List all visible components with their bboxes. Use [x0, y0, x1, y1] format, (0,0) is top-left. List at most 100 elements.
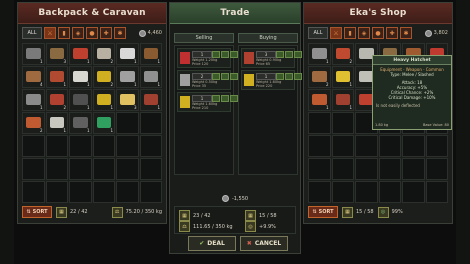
inventory-slot[interactable]: 3	[45, 43, 68, 65]
inventory-slot[interactable]	[22, 135, 45, 157]
inventory-slot[interactable]: 1	[139, 66, 162, 88]
increase-button[interactable]	[285, 73, 293, 80]
max-button[interactable]	[294, 51, 302, 58]
inventory-slot[interactable]	[116, 158, 139, 180]
inventory-slot[interactable]	[139, 112, 162, 134]
filter-all-button[interactable]: ALL	[22, 27, 42, 39]
inventory-slot[interactable]	[355, 181, 378, 203]
inventory-slot[interactable]	[378, 181, 401, 203]
decrease-button[interactable]	[276, 51, 284, 58]
inventory-slot[interactable]: 2	[92, 43, 115, 65]
inventory-slot[interactable]	[378, 158, 401, 180]
inventory-slot[interactable]	[69, 135, 92, 157]
inventory-slot[interactable]: 1	[69, 112, 92, 134]
inventory-slot[interactable]: 1	[139, 89, 162, 111]
filter-ammo-icon[interactable]: ▮	[344, 27, 356, 39]
inventory-slot[interactable]: 1	[331, 89, 354, 111]
inventory-slot[interactable]	[378, 135, 401, 157]
inventory-slot[interactable]: 1	[308, 43, 331, 65]
filter-all-button[interactable]: ALL	[308, 27, 328, 39]
trade-row[interactable]: 1 Weight 1.20kg Price 120	[177, 48, 238, 68]
filter-misc-icon[interactable]: ✱	[114, 27, 126, 39]
inventory-slot[interactable]	[308, 158, 331, 180]
filter-medicine-icon[interactable]: ✚	[100, 27, 112, 39]
increase-button[interactable]	[221, 95, 229, 102]
inventory-slot[interactable]	[139, 181, 162, 203]
inventory-slot[interactable]	[425, 181, 448, 203]
trade-quantity-field[interactable]: 1	[192, 51, 212, 58]
decrease-button[interactable]	[212, 73, 220, 80]
increase-button[interactable]	[221, 73, 229, 80]
inventory-slot[interactable]	[116, 181, 139, 203]
inventory-slot[interactable]: 1	[139, 43, 162, 65]
inventory-slot[interactable]	[22, 158, 45, 180]
inventory-slot[interactable]: 2	[22, 112, 45, 134]
inventory-slot[interactable]	[45, 135, 68, 157]
inventory-slot[interactable]: 2	[92, 66, 115, 88]
increase-button[interactable]	[285, 51, 293, 58]
inventory-slot[interactable]	[139, 158, 162, 180]
inventory-slot[interactable]: 1	[331, 66, 354, 88]
inventory-slot[interactable]: 1	[22, 89, 45, 111]
inventory-slot[interactable]: 1	[22, 43, 45, 65]
filter-weapons-icon[interactable]: ⚔	[330, 27, 342, 39]
inventory-slot[interactable]: 1	[116, 43, 139, 65]
inventory-slot[interactable]: 1	[69, 43, 92, 65]
trade-row[interactable]: 1 Weight 1.60kg Price 220	[241, 70, 302, 90]
inventory-slot[interactable]	[402, 181, 425, 203]
trade-quantity-field[interactable]: 2	[192, 73, 212, 80]
inventory-slot[interactable]	[331, 158, 354, 180]
inventory-slot[interactable]	[355, 135, 378, 157]
inventory-slot[interactable]	[45, 181, 68, 203]
inventory-slot[interactable]: 1	[69, 66, 92, 88]
max-button[interactable]	[230, 73, 238, 80]
inventory-slot[interactable]	[425, 135, 448, 157]
inventory-slot[interactable]: 1	[308, 89, 331, 111]
inventory-slot[interactable]	[92, 158, 115, 180]
inventory-slot[interactable]: 1	[45, 66, 68, 88]
inventory-slot[interactable]	[92, 135, 115, 157]
inventory-slot[interactable]: 1	[92, 89, 115, 111]
inventory-slot[interactable]: 1	[69, 89, 92, 111]
inventory-slot[interactable]: 2	[308, 66, 331, 88]
inventory-slot[interactable]: 1	[92, 112, 115, 134]
inventory-slot[interactable]	[308, 112, 331, 134]
inventory-slot[interactable]	[402, 135, 425, 157]
filter-misc-icon[interactable]: ✱	[400, 27, 412, 39]
filter-food-icon[interactable]: ●	[86, 27, 98, 39]
inventory-slot[interactable]	[92, 181, 115, 203]
inventory-slot[interactable]	[69, 158, 92, 180]
inventory-slot[interactable]	[331, 181, 354, 203]
decrease-button[interactable]	[212, 51, 220, 58]
cancel-button[interactable]: ✖ CANCEL	[240, 236, 288, 251]
inventory-slot[interactable]	[402, 158, 425, 180]
inventory-slot[interactable]: 3	[116, 89, 139, 111]
inventory-slot[interactable]	[116, 112, 139, 134]
filter-ammo-icon[interactable]: ▮	[58, 27, 70, 39]
inventory-slot[interactable]	[45, 158, 68, 180]
trade-quantity-field[interactable]: 1	[192, 95, 212, 102]
trade-row[interactable]: 3 Weight 0.90kg Price 65	[241, 48, 302, 68]
decrease-button[interactable]	[212, 95, 220, 102]
inventory-slot[interactable]: 1	[116, 66, 139, 88]
backpack-sort-button[interactable]: ⇅ SORT	[22, 206, 52, 218]
trade-row[interactable]: 1 Weight 1.60kg Price 210	[177, 92, 238, 112]
filter-food-icon[interactable]: ●	[372, 27, 384, 39]
max-button[interactable]	[230, 95, 238, 102]
inventory-slot[interactable]	[331, 112, 354, 134]
filter-weapons-icon[interactable]: ⚔	[44, 27, 56, 39]
trade-row[interactable]: 2 Weight 0.50kg Price 35	[177, 70, 238, 90]
deal-button[interactable]: ✔ DEAL	[188, 236, 236, 251]
inventory-slot[interactable]: 2	[331, 43, 354, 65]
trade-quantity-field[interactable]: 1	[256, 73, 276, 80]
filter-armor-icon[interactable]: ◈	[72, 27, 84, 39]
trade-quantity-field[interactable]: 3	[256, 51, 276, 58]
inventory-slot[interactable]	[308, 135, 331, 157]
inventory-slot[interactable]	[355, 158, 378, 180]
inventory-slot[interactable]: 4	[22, 66, 45, 88]
inventory-slot[interactable]	[331, 135, 354, 157]
inventory-slot[interactable]	[116, 135, 139, 157]
decrease-button[interactable]	[276, 73, 284, 80]
inventory-slot[interactable]	[425, 158, 448, 180]
max-button[interactable]	[230, 51, 238, 58]
